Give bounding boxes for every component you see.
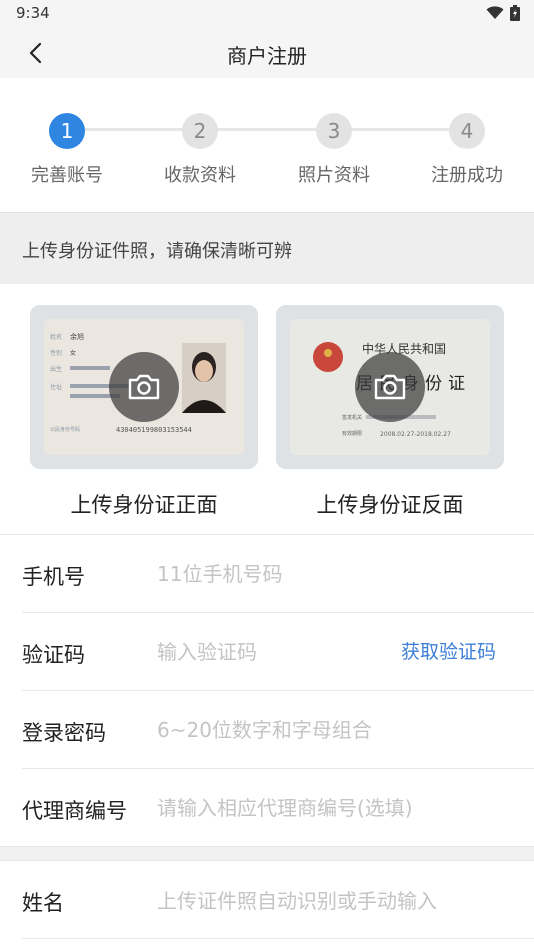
status-icons [486,5,520,21]
camera-icon [128,374,160,400]
card-id-number: 430405199803153544 [116,426,192,434]
card-sex-value: 女 [70,349,76,357]
nav-bar: 商户注册 [0,28,534,78]
battery-icon [510,5,520,21]
card-name-label: 姓名 [50,333,62,341]
row-divider [22,938,534,939]
agent-label: 代理商编号 [22,799,127,823]
step-4: 4 注册成功 [407,113,527,187]
id-upload-area: 姓名 余旭 性别 女 出生 住址 公民身份号码 4304051998031535… [0,284,534,534]
password-input[interactable] [157,715,477,745]
step-1: 1 完善账号 [7,113,127,187]
wifi-icon [486,6,504,19]
agent-number-row: 代理商编号 [22,768,534,846]
agent-input[interactable] [157,793,527,823]
notice-text: 上传身份证件照，请确保清晰可辨 [22,241,292,262]
step-label: 收款资料 [164,165,236,186]
card-country: 中华人民共和国 [362,341,446,356]
card-validity-value: 2008.02.27-2018.02.27 [380,431,451,438]
card-name-value: 余旭 [70,332,84,341]
upload-notice: 上传身份证件照，请确保清晰可辨 [0,212,534,284]
password-row: 登录密码 [22,690,534,768]
card-address-label: 住址 [50,383,62,391]
password-label: 登录密码 [22,721,106,745]
step-number: 4 [449,113,485,149]
step-number: 1 [49,113,85,149]
step-3: 3 照片资料 [274,113,394,187]
step-progress: 1 完善账号 2 收款资料 3 照片资料 4 注册成功 [0,78,534,212]
step-label: 完善账号 [31,165,103,186]
status-bar: 9:34 [0,0,534,28]
name-row: 姓名 [0,860,534,940]
id-back-upload[interactable]: 中华人民共和国 居民身份证 签发机关 有效期限 2008.02.27-2018.… [276,305,504,469]
card-validity-label: 有效期限 [342,430,362,437]
step-number: 3 [316,113,352,149]
phone-label: 手机号 [22,565,85,589]
page-title: 商户注册 [227,44,307,68]
id-back-caption: 上传身份证反面 [316,493,464,517]
camera-icon [374,374,406,400]
camera-button-back[interactable] [355,352,425,422]
id-front-upload[interactable]: 姓名 余旭 性别 女 出生 住址 公民身份号码 4304051998031535… [30,305,258,469]
card-id-label: 公民身份号码 [50,426,80,433]
step-number: 2 [182,113,218,149]
card-sex-label: 性别 [50,349,62,357]
card-authority-label: 签发机关 [342,414,362,421]
card-birth-label: 出生 [50,365,62,373]
name-input[interactable] [157,886,517,916]
status-time: 9:34 [16,4,50,22]
section-divider [0,846,534,860]
phone-input[interactable] [157,559,477,589]
step-label: 注册成功 [431,165,503,186]
step-label: 照片资料 [298,165,370,186]
code-label: 验证码 [22,643,85,667]
id-front-caption: 上传身份证正面 [70,493,218,517]
name-label: 姓名 [22,891,64,915]
step-2: 2 收款资料 [140,113,260,187]
code-input[interactable] [157,637,377,667]
camera-button-front[interactable] [109,352,179,422]
verification-code-row: 验证码 获取验证码 [22,612,534,690]
registration-form: 手机号 验证码 获取验证码 登录密码 代理商编号 [0,534,534,846]
get-code-button[interactable]: 获取验证码 [401,637,496,664]
phone-row: 手机号 [0,534,534,612]
